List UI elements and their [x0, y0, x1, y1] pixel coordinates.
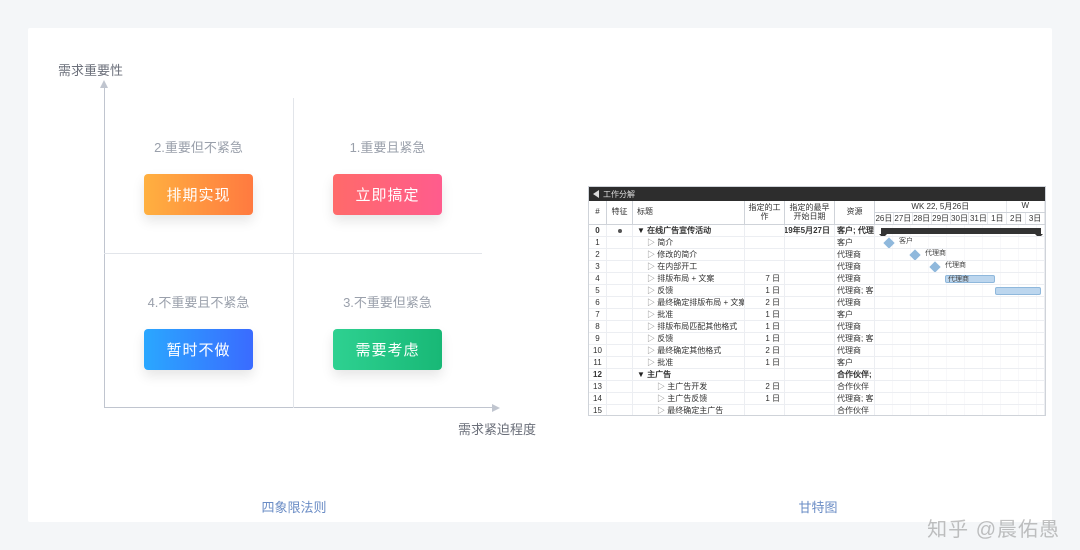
table-row[interactable]: 1简介客户客户 — [589, 237, 1045, 249]
gantt-caption: 甘特图 — [588, 497, 1048, 516]
week-label-0: WK 22, 5月26日 — [875, 201, 1007, 212]
col-work[interactable]: 指定的工作 — [745, 201, 785, 224]
table-row[interactable]: 2修改的简介代理商代理商 — [589, 249, 1045, 261]
col-res[interactable]: 资源 — [835, 201, 875, 224]
content-card: 需求重要性 2.重要但不紧急 排期实现 1.重要且紧急 立即搞定 4.不重要且不… — [28, 28, 1052, 522]
table-row[interactable]: 12主广告合作伙伴; — [589, 369, 1045, 381]
table-row[interactable]: 0在线广告宣传活动2019年5月27日客户; 代理 — [589, 225, 1045, 237]
back-icon[interactable] — [593, 190, 599, 198]
table-row[interactable]: 14主广告反馈1 日代理商; 客 — [589, 393, 1045, 405]
day-label: 26日 — [875, 213, 894, 224]
gantt-chart: 工作分解 # 特征 标题 指定的工作 指定的最早开始日期 资源 WK 22, 5… — [588, 186, 1046, 416]
quadrant-3-label: 3.不重要但紧急 — [343, 292, 432, 311]
quadrant-1-label: 1.重要且紧急 — [350, 137, 426, 156]
table-row[interactable]: 9反馈1 日代理商; 客 — [589, 333, 1045, 345]
four-quadrant-diagram: 需求重要性 2.重要但不紧急 排期实现 1.重要且紧急 立即搞定 4.不重要且不… — [64, 64, 524, 482]
table-row[interactable]: 10最终确定其他格式2 日代理商 — [589, 345, 1045, 357]
quadrant-2-button[interactable]: 排期实现 — [144, 174, 252, 215]
gantt-topbar-title: 工作分解 — [603, 189, 635, 200]
day-label: 27日 — [894, 213, 913, 224]
x-axis-label: 需求紧迫程度 — [458, 419, 536, 438]
gantt-body: 0在线广告宣传活动2019年5月27日客户; 代理1简介客户客户2修改的简介代理… — [589, 225, 1045, 416]
gantt-topbar: 工作分解 — [589, 187, 1045, 201]
axes: 2.重要但不紧急 排期实现 1.重要且紧急 立即搞定 4.不重要且不紧急 暂时不… — [104, 98, 482, 408]
day-label: 28日 — [913, 213, 932, 224]
table-row[interactable]: 13主广告开发2 日合作伙伴 — [589, 381, 1045, 393]
day-label: 2日 — [1007, 213, 1026, 224]
week-label-1: W — [1007, 201, 1045, 212]
col-timeline: WK 22, 5月26日 W 26日27日28日29日30日31日1日2日3日 — [875, 201, 1045, 224]
table-row[interactable]: 5反馈1 日代理商; 客 — [589, 285, 1045, 297]
gantt-header: # 特征 标题 指定的工作 指定的最早开始日期 资源 WK 22, 5月26日 … — [589, 201, 1045, 225]
table-row[interactable]: 8排版布局匹配其他格式1 日代理商 — [589, 321, 1045, 333]
table-row[interactable]: 7批准1 日客户 — [589, 309, 1045, 321]
quadrant-1: 1.重要且紧急 立即搞定 — [293, 98, 482, 253]
arrow-right-icon — [492, 404, 500, 412]
quadrant-4-label: 4.不重要且不紧急 — [148, 292, 250, 311]
col-index[interactable]: # — [589, 201, 607, 224]
table-row[interactable]: 11批准1 日客户 — [589, 357, 1045, 369]
table-row[interactable]: 6最终确定排版布局 + 文案2 日代理商 — [589, 297, 1045, 309]
col-trait[interactable]: 特征 — [607, 201, 633, 224]
quadrant-4: 4.不重要且不紧急 暂时不做 — [104, 253, 293, 408]
table-row[interactable]: 4排版布局 + 文案7 日代理商代理商 — [589, 273, 1045, 285]
day-label: 31日 — [969, 213, 988, 224]
col-title[interactable]: 标题 — [633, 201, 745, 224]
quadrant-2-label: 2.重要但不紧急 — [154, 137, 243, 156]
col-est[interactable]: 指定的最早开始日期 — [785, 201, 835, 224]
day-label: 30日 — [951, 213, 970, 224]
quadrant-caption: 四象限法则 — [64, 497, 524, 516]
quadrant-4-button[interactable]: 暂时不做 — [144, 329, 252, 370]
quadrant-3: 3.不重要但紧急 需要考虑 — [293, 253, 482, 408]
table-row[interactable]: 3在内部开工代理商代理商 — [589, 261, 1045, 273]
day-label: 3日 — [1026, 213, 1045, 224]
table-row[interactable]: 15最终确定主广告合作伙伴 — [589, 405, 1045, 416]
day-label: 29日 — [932, 213, 951, 224]
arrow-up-icon — [100, 80, 108, 88]
quadrant-3-button[interactable]: 需要考虑 — [333, 329, 441, 370]
timeline-weeks: WK 22, 5月26日 W — [875, 201, 1045, 213]
day-label: 1日 — [988, 213, 1007, 224]
quadrant-1-button[interactable]: 立即搞定 — [333, 174, 441, 215]
timeline-days: 26日27日28日29日30日31日1日2日3日 — [875, 213, 1045, 224]
quadrant-2: 2.重要但不紧急 排期实现 — [104, 98, 293, 253]
y-axis-label: 需求重要性 — [58, 60, 123, 79]
